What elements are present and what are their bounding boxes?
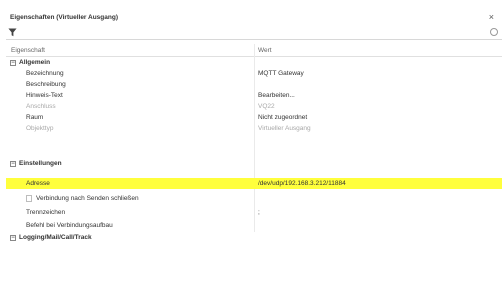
property-value[interactable]: ; [258,207,260,218]
category-allgemein[interactable]: − Allgemein [6,57,502,68]
column-header-property[interactable]: Eigenschaft [11,47,45,54]
property-name: Anschluss [26,103,56,110]
close-icon[interactable]: × [489,13,494,22]
property-row-verbindung-schliessen[interactable]: Verbindung nach Senden schließen [6,193,502,204]
title-bar: Eigenschaften (Virtueller Ausgang) × [6,4,502,22]
property-row-adresse[interactable]: Adresse /dev/udp/192.168.3.212/11884 [6,178,502,189]
collapse-icon[interactable]: − [10,235,16,241]
property-name: Objekttyp [26,125,54,132]
property-row-bezeichnung[interactable]: Bezeichnung MQTT Gateway [6,68,502,79]
collapse-icon[interactable]: − [10,60,16,66]
property-name: Trennzeichen [26,209,66,216]
property-name: Verbindung nach Senden schließen [36,195,139,202]
clear-circle-icon[interactable] [490,28,498,36]
property-row-anschluss: Anschluss VQ22 [6,101,502,112]
property-value[interactable]: Bearbeiten... [258,90,295,101]
property-row-beschreibung[interactable]: Beschreibung [6,79,502,90]
property-row-raum[interactable]: Raum Nicht zugeordnet [6,112,502,123]
property-row-trennzeichen[interactable]: Trennzeichen ; [6,207,502,218]
property-value: Virtueller Ausgang [258,125,311,132]
property-row-befehl-verbindungsaufbau[interactable]: Befehl bei Verbindungsaufbau [6,220,502,231]
checkbox[interactable] [26,195,32,202]
toolbar [6,27,502,40]
funnel-icon[interactable] [8,28,17,37]
category-label: Einstellungen [19,160,62,167]
property-row-hinweis-text[interactable]: Hinweis-Text Bearbeiten... [6,90,502,101]
property-value[interactable]: Nicht zugeordnet [258,112,307,123]
properties-panel: Eigenschaften (Virtueller Ausgang) × Eig… [6,4,502,285]
property-value[interactable]: MQTT Gateway [258,68,304,79]
property-row-objekttyp: Objekttyp Virtueller Ausgang [6,123,502,134]
property-name: Befehl bei Verbindungsaufbau [26,222,113,229]
category-label: Logging/Mail/Call/Track [19,234,92,241]
property-value[interactable]: /dev/udp/192.168.3.212/11884 [258,178,346,189]
category-label: Allgemein [19,59,51,66]
collapse-icon[interactable]: − [10,161,16,167]
property-name: Adresse [26,180,50,187]
category-einstellungen[interactable]: − Einstellungen [6,158,502,169]
category-logging[interactable]: − Logging/Mail/Call/Track [6,232,502,243]
panel-title: Eigenschaften (Virtueller Ausgang) [10,14,118,21]
property-value: VQ22 [258,103,275,110]
property-name: Raum [26,114,44,121]
column-header-value[interactable]: Wert [258,47,272,54]
property-name: Bezeichnung [26,70,64,77]
property-name: Hinweis-Text [26,92,63,99]
property-name: Beschreibung [26,81,66,88]
